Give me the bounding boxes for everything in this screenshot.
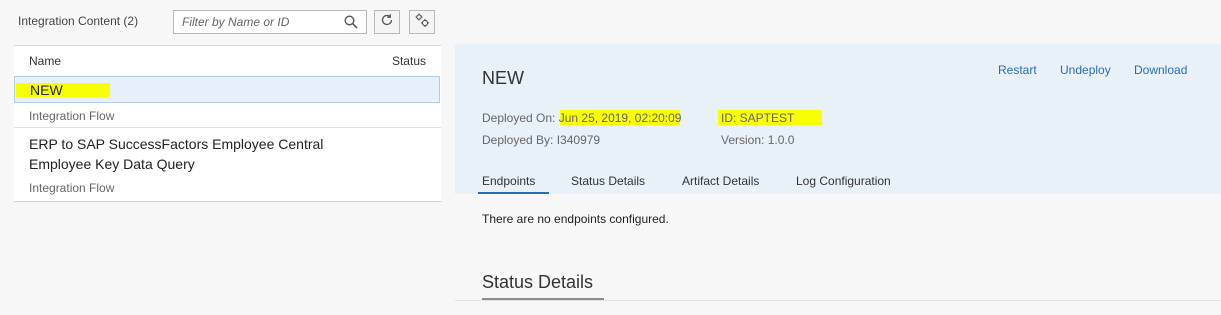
refresh-button[interactable]	[374, 10, 400, 34]
restart-link[interactable]: Restart	[998, 63, 1037, 77]
settings-icon	[414, 12, 430, 33]
tab-status-details[interactable]: Status Details	[571, 174, 645, 188]
undeploy-link[interactable]: Undeploy	[1060, 63, 1111, 77]
filter-field[interactable]	[173, 10, 367, 34]
artifact-id-text: ID: SAPTEST	[721, 111, 795, 125]
settings-button[interactable]	[409, 10, 435, 34]
master-pane: Integration Content (2) Name Status	[0, 0, 455, 315]
tab-bar: Endpoints Status Details Artifact Detail…	[455, 172, 1221, 194]
list-item-title: NEW	[30, 82, 63, 98]
deployed-by-text: Deployed By: I340979	[482, 133, 601, 147]
tab-log-configuration[interactable]: Log Configuration	[796, 174, 891, 188]
list-item-title: ERP to SAP SuccessFactors Employee Centr…	[29, 136, 324, 172]
download-link[interactable]: Download	[1134, 63, 1187, 77]
tab-artifact-details[interactable]: Artifact Details	[682, 174, 759, 188]
column-header-status: Status	[391, 54, 426, 68]
content-count-label: Integration Content (2)	[18, 14, 139, 28]
search-icon[interactable]	[344, 15, 358, 29]
list-item[interactable]: NEW Integration Flow	[14, 76, 441, 128]
list-item-type: Integration Flow	[29, 109, 115, 123]
list-header: Name Status	[14, 46, 441, 76]
master-header: Integration Content (2)	[0, 0, 455, 44]
detail-pane: NEW Restart Undeploy Download Deployed O…	[455, 0, 1221, 315]
deployed-on-text: Deployed On: Jun 25, 2019, 02:20:09	[482, 111, 682, 125]
detail-header: NEW Restart Undeploy Download Deployed O…	[455, 44, 1221, 194]
list-item-type: Integration Flow	[29, 181, 115, 195]
filter-input[interactable]	[174, 11, 334, 33]
selected-row[interactable]: NEW	[14, 76, 440, 103]
refresh-icon	[380, 13, 394, 32]
endpoints-empty-message: There are no endpoints configured.	[482, 212, 669, 226]
artifact-list: Name Status NEW Integration Flow ERP to …	[14, 45, 441, 202]
detail-title: NEW	[482, 68, 524, 88]
section-divider	[455, 300, 1221, 301]
column-header-name: Name	[29, 54, 62, 68]
version-text: Version: 1.0.0	[721, 133, 795, 147]
status-details-heading: Status Details	[482, 272, 594, 292]
active-tab-indicator	[478, 192, 549, 194]
list-item[interactable]: ERP to SAP SuccessFactors Employee Centr…	[14, 128, 441, 202]
tab-endpoints[interactable]: Endpoints	[482, 174, 535, 188]
